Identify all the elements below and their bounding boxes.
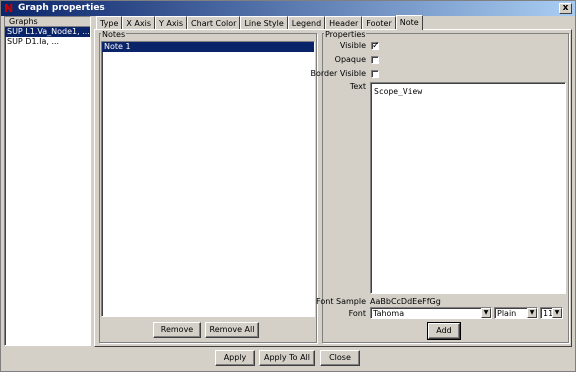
- tab-y-axis[interactable]: Y Axis: [155, 16, 188, 30]
- apply-to-all-button[interactable]: Apply To All: [259, 350, 315, 366]
- border-visible-checkbox[interactable]: [371, 70, 379, 78]
- border-visible-label: Border Visible: [310, 69, 367, 78]
- tab-footer[interactable]: Footer: [362, 16, 396, 30]
- graphs-list[interactable]: Graphs SUP L1.Va_Node1, ... SUP D1.Ia, .…: [4, 16, 91, 346]
- visible-label: Visible: [339, 41, 366, 50]
- remove-all-button[interactable]: Remove All: [205, 322, 259, 338]
- window-title: Graph properties: [18, 3, 105, 13]
- tab-chart-color[interactable]: Chart Color: [187, 16, 241, 30]
- add-button[interactable]: Add: [427, 322, 461, 340]
- graphs-list-item[interactable]: SUP L1.Va_Node1, ...: [5, 27, 90, 37]
- font-family-value: Tahoma: [373, 309, 405, 318]
- tab-legend[interactable]: Legend: [287, 16, 326, 30]
- opaque-checkbox[interactable]: [371, 56, 379, 64]
- graphs-header: Graphs: [5, 17, 90, 27]
- text-label: Text: [349, 82, 366, 91]
- chevron-down-icon[interactable]: ▼: [481, 308, 491, 318]
- font-sample-label: Font Sample: [316, 297, 366, 306]
- chevron-down-icon[interactable]: ▼: [552, 308, 562, 318]
- font-sample-text: AaBbCcDdEeFfGg: [370, 297, 441, 306]
- app-icon: N: [4, 2, 14, 15]
- notes-list[interactable]: Note 1: [101, 41, 315, 317]
- tab-line-style[interactable]: Line Style: [240, 16, 288, 30]
- tab-x-axis[interactable]: X Axis: [122, 16, 155, 30]
- opaque-label: Opaque: [334, 55, 366, 64]
- font-label: Font: [348, 309, 366, 318]
- chevron-down-icon[interactable]: ▼: [527, 308, 537, 318]
- tab-type[interactable]: Type: [96, 16, 123, 30]
- graphs-list-item[interactable]: SUP D1.Ia, ...: [5, 37, 90, 47]
- title-bar: N Graph properties x: [1, 1, 575, 16]
- font-style-select[interactable]: Plain ▼: [494, 307, 538, 319]
- tab-note[interactable]: Note: [395, 15, 423, 30]
- tab-header[interactable]: Header: [325, 16, 363, 30]
- font-size-select[interactable]: 11 ▼: [540, 307, 563, 319]
- notes-group-label: Notes: [101, 30, 127, 39]
- visible-checkbox[interactable]: ✓: [371, 41, 380, 51]
- notes-list-item[interactable]: Note 1: [102, 42, 314, 52]
- tab-strip: Type X Axis Y Axis Chart Color Line Styl…: [96, 15, 423, 30]
- close-icon[interactable]: x: [559, 3, 572, 14]
- properties-group-label: Properties: [324, 30, 367, 39]
- close-button[interactable]: Close: [320, 350, 360, 366]
- apply-button[interactable]: Apply: [215, 350, 255, 366]
- remove-button[interactable]: Remove: [153, 322, 201, 338]
- font-style-value: Plain: [497, 309, 517, 318]
- font-family-select[interactable]: Tahoma ▼: [370, 307, 492, 319]
- checkmark-icon: ✓: [372, 41, 380, 51]
- note-text-area[interactable]: Scope_View: [370, 82, 566, 294]
